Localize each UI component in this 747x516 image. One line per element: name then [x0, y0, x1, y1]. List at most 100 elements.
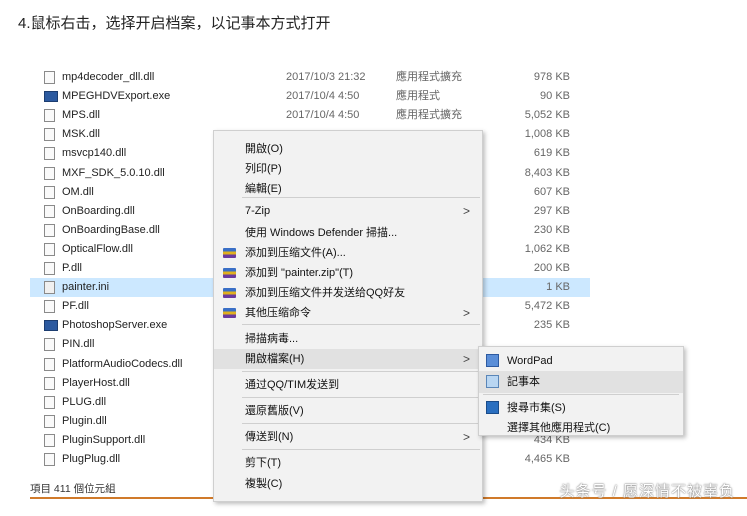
menu-item-label: 列印(P) — [245, 163, 282, 175]
dll-icon — [44, 376, 55, 390]
file-name: mp4decoder_dll.dll — [62, 71, 155, 83]
file-date: 2017/10/3 21:32 — [286, 71, 366, 83]
file-name: PhotoshopServer.exe — [62, 319, 168, 332]
context-menu-item[interactable]: 使用 Windows Defender 掃描... — [214, 223, 482, 243]
file-size: 5,052 KB — [524, 109, 570, 122]
file-name: MPEGHDVExport.exe — [62, 90, 171, 103]
menu-item-label: WordPad — [507, 355, 553, 367]
file-name: MPS.dll — [62, 109, 100, 122]
dll-icon — [44, 300, 55, 314]
dll-icon — [44, 453, 55, 466]
context-menu-item[interactable]: 傳送到(N) > — [214, 427, 482, 447]
file-name: MSK.dll — [62, 128, 100, 141]
context-menu-item[interactable]: 複製(C) — [214, 474, 482, 494]
exe-icon — [44, 320, 58, 332]
menu-item-label: 選擇其他應用程式(C) — [507, 422, 611, 434]
context-menu-item[interactable]: 7-Zip > — [214, 201, 482, 221]
context-menu-item[interactable]: 開啟檔案(H) > — [214, 349, 482, 369]
file-size: 200 KB — [533, 262, 570, 274]
file-size: 978 KB — [533, 71, 570, 83]
tutorial-heading: 4.鼠标右击，选择开启档案，以记事本方式打开 — [18, 15, 331, 32]
exe-icon — [44, 91, 58, 103]
menu-separator — [242, 449, 480, 450]
status-bar-text: 項目 411 個位元組 — [30, 483, 116, 495]
context-menu-item[interactable]: 編輯(E) — [214, 179, 482, 199]
file-row[interactable]: MPS.dll 2017/10/4 4:50 應用程式擴充 5,052 KB — [30, 106, 590, 125]
menu-separator — [242, 371, 480, 372]
file-row[interactable]: MPEGHDVExport.exe 2017/10/4 4:50 應用程式 90 KB — [30, 87, 590, 106]
winrar-icon — [223, 308, 236, 318]
file-name: painter.ini — [62, 281, 110, 294]
context-menu-item[interactable]: 剪下(T) — [214, 453, 482, 473]
dll-icon — [44, 109, 55, 123]
dll-icon — [44, 338, 55, 352]
open-with-item[interactable]: 選擇其他應用程式(C) — [479, 417, 683, 439]
file-name: OnBoarding.dll — [62, 204, 135, 217]
file-size: 230 KB — [533, 223, 570, 236]
file-size: 90 KB — [540, 90, 570, 103]
context-menu-item[interactable]: 添加到压缩文件(A)... — [214, 243, 482, 263]
dll-icon — [44, 128, 55, 142]
file-size: 1,008 KB — [524, 128, 570, 141]
file-size: 607 KB — [533, 185, 570, 198]
chevron-right-icon: > — [462, 430, 470, 444]
wordpad-icon — [486, 354, 499, 367]
context-menu-item[interactable]: 列印(P) — [214, 159, 482, 179]
file-name: PLUG.dll — [62, 395, 107, 408]
file-date: 2017/10/4 4:50 — [286, 109, 360, 122]
file-size: 1,062 KB — [524, 242, 570, 255]
menu-item-label: 剪下(T) — [245, 457, 282, 469]
menu-item-label: 添加到压缩文件(A)... — [245, 247, 346, 259]
menu-item-label: 添加到压缩文件并发送给QQ好友 — [245, 287, 406, 299]
open-with-item[interactable]: WordPad — [479, 350, 683, 372]
open-with-item[interactable]: 記事本 — [479, 371, 683, 393]
file-size: 619 KB — [533, 147, 570, 160]
menu-item-label: 編輯(E) — [245, 183, 282, 195]
dll-icon — [44, 433, 55, 447]
open-with-item[interactable]: 搜尋市集(S) — [479, 397, 683, 419]
file-name: MXF_SDK_5.0.10.dll — [62, 166, 165, 179]
chevron-right-icon: > — [462, 352, 470, 366]
menu-item-label: 還原舊版(V) — [245, 405, 304, 417]
menu-item-label: 添加到 "painter.zip"(T) — [245, 267, 354, 279]
dll-icon — [44, 242, 55, 256]
file-size: 297 KB — [533, 204, 570, 217]
chevron-right-icon: > — [462, 204, 470, 218]
dll-icon — [44, 262, 55, 275]
context-menu-item[interactable]: 通过QQ/TIM发送到 — [214, 375, 482, 395]
dll-icon — [44, 166, 55, 180]
context-menu-item[interactable]: 添加到 "painter.zip"(T) — [214, 263, 482, 283]
dll-icon — [44, 395, 55, 409]
winrar-icon — [223, 288, 236, 298]
context-menu: 開啟(O) 列印(P) 編輯(E) 7-Zip > 使用 Windows Defender… — [213, 130, 483, 502]
context-menu-item[interactable]: 開啟(O) — [214, 139, 482, 159]
file-name: PluginSupport.dll — [62, 433, 146, 446]
chevron-right-icon: > — [462, 306, 470, 320]
file-type: 應用程式 — [396, 90, 440, 103]
open-with-submenu: WordPad 記事本搜尋市集(S) 選擇其他應用程式(C) — [478, 346, 684, 436]
menu-separator — [242, 423, 480, 424]
context-menu-item[interactable]: 掃描病毒... — [214, 329, 482, 349]
context-menu-item[interactable]: 還原舊版(V) — [214, 401, 482, 421]
file-name: P.dll — [62, 262, 82, 274]
context-menu-item[interactable]: 添加到压缩文件并发送给QQ好友 — [214, 283, 482, 303]
file-date: 2017/10/4 4:50 — [286, 90, 360, 103]
file-name: OnBoardingBase.dll — [62, 223, 160, 236]
file-name: PlugPlug.dll — [62, 453, 121, 465]
dll-icon — [44, 185, 55, 199]
file-row[interactable]: mp4decoder_dll.dll 2017/10/3 21:32 應用程式擴充 9… — [30, 68, 590, 87]
menu-separator — [242, 324, 480, 325]
menu-separator — [483, 394, 679, 395]
menu-item-label: 複製(C) — [245, 478, 283, 490]
menu-item-label: 通过QQ/TIM发送到 — [245, 379, 340, 391]
file-size: 4,465 KB — [524, 453, 570, 465]
file-type: 應用程式擴充 — [396, 71, 462, 83]
file-type: 應用程式擴充 — [396, 109, 462, 122]
file-name: PF.dll — [62, 300, 89, 313]
file-name: PIN.dll — [62, 338, 95, 351]
file-name: msvcp140.dll — [62, 147, 127, 160]
context-menu-item[interactable]: 其他压缩命令 > — [214, 303, 482, 323]
notepad-icon — [486, 375, 499, 388]
menu-item-label: 使用 Windows Defender 掃描... — [245, 227, 398, 239]
file-name: Plugin.dll — [62, 414, 107, 427]
